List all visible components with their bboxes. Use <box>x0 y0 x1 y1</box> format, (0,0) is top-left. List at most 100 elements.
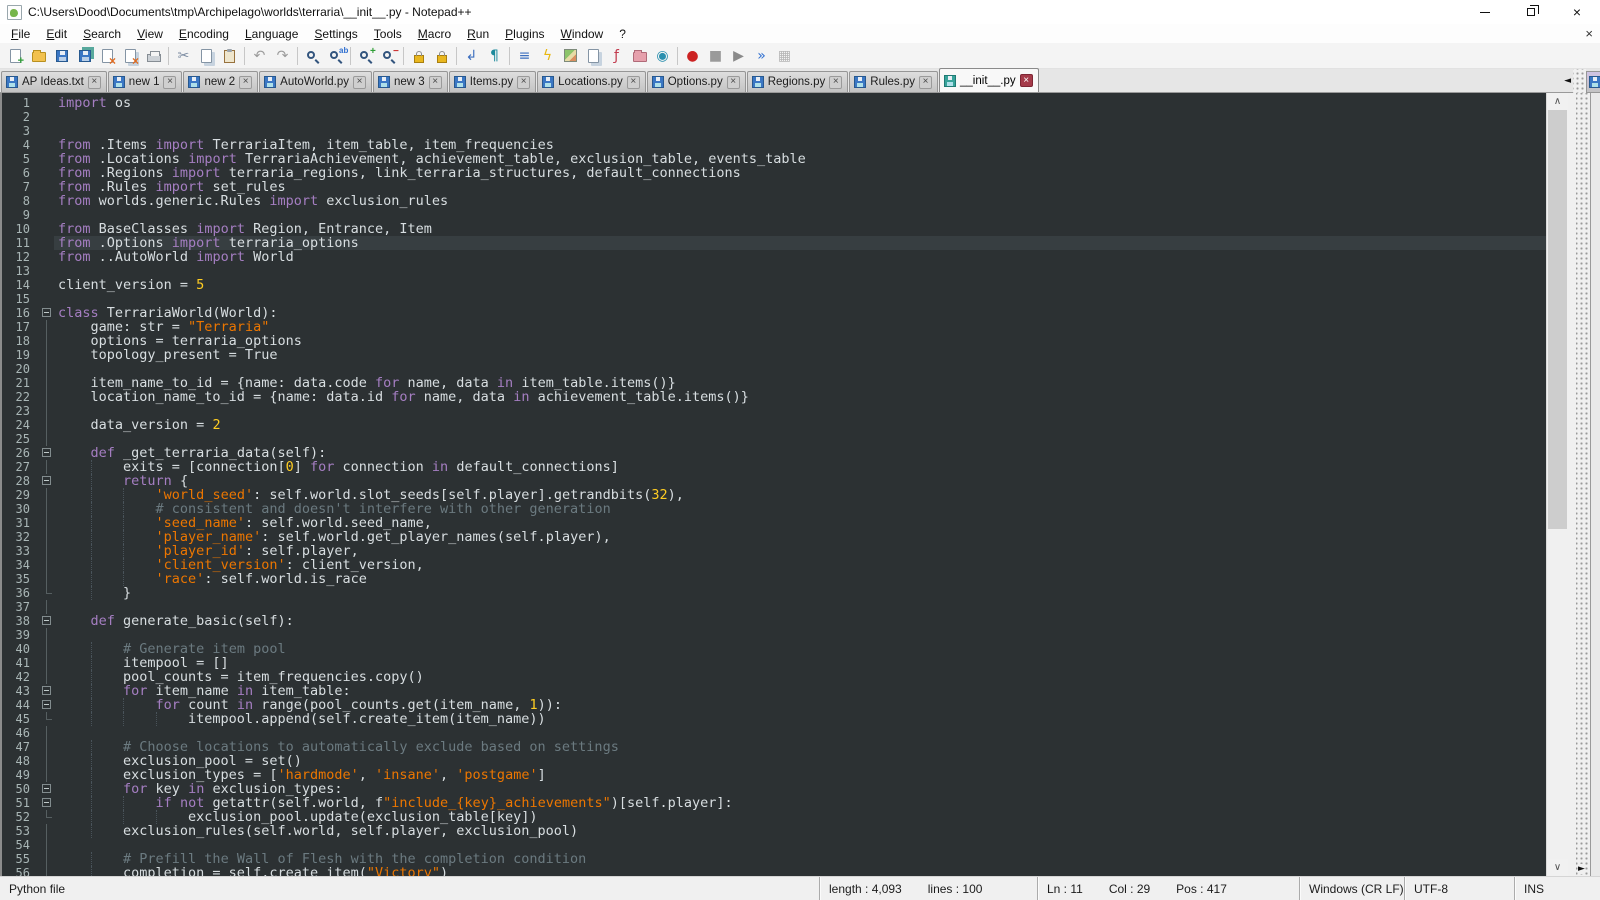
tab-close-icon[interactable]: × <box>429 76 442 89</box>
cut-icon[interactable]: ✂ <box>172 44 195 68</box>
code-line[interactable]: 15 <box>2 292 1546 306</box>
menu-item-view[interactable]: View <box>129 26 171 42</box>
vertical-scrollbar[interactable]: ∧ ∨ <box>1546 93 1568 876</box>
code-area[interactable]: 1import os234from .Items import Terraria… <box>0 93 1546 876</box>
code-line[interactable]: 21 item_name_to_id = {name: data.code fo… <box>2 376 1546 390</box>
code-line[interactable]: 27 exits = [connection[0] for connection… <box>2 460 1546 474</box>
menu-item-macro[interactable]: Macro <box>410 26 459 42</box>
code-line[interactable]: 48 exclusion_pool = set() <box>2 754 1546 768</box>
code-line[interactable]: 24 data_version = 2 <box>2 418 1546 432</box>
code-line[interactable]: 9 <box>2 208 1546 222</box>
code-line[interactable]: 17 game: str = "Terraria" <box>2 320 1546 334</box>
fold-collapse-icon[interactable] <box>38 782 54 796</box>
menu-item-run[interactable]: Run <box>459 26 497 42</box>
document-map-icon[interactable] <box>559 44 582 68</box>
code-line[interactable]: 36 } <box>2 586 1546 600</box>
close-document-icon[interactable]: × <box>1585 24 1593 43</box>
tab-close-icon[interactable]: × <box>829 76 842 89</box>
tab-new-1[interactable]: new 1× <box>108 71 183 92</box>
code-line[interactable]: 23 <box>2 404 1546 418</box>
macro-record-icon[interactable]: ● <box>681 44 704 68</box>
document-list-icon[interactable] <box>582 44 605 68</box>
code-line[interactable]: 53 exclusion_rules(self.world, self.play… <box>2 824 1546 838</box>
second-view-tab-fragment[interactable] <box>1586 71 1600 93</box>
code-line[interactable]: 5from .Locations import TerrariaAchievem… <box>2 152 1546 166</box>
menu-item-plugins[interactable]: Plugins <box>497 26 552 42</box>
fold-collapse-icon[interactable] <box>38 698 54 712</box>
code-line[interactable]: 30 # consistent and doesn't interfere wi… <box>2 502 1546 516</box>
redo-icon[interactable]: ↷ <box>271 44 294 68</box>
save-icon[interactable] <box>50 44 73 68</box>
code-line[interactable]: 3 <box>2 124 1546 138</box>
code-line[interactable]: 14client_version = 5 <box>2 278 1546 292</box>
menu-item-tools[interactable]: Tools <box>366 26 410 42</box>
code-line[interactable]: 51 if not getattr(self.world, f"include_… <box>2 796 1546 810</box>
menu-item-language[interactable]: Language <box>237 26 306 42</box>
code-line[interactable]: 12from ..AutoWorld import World <box>2 250 1546 264</box>
tab-items-py[interactable]: Items.py× <box>449 71 536 92</box>
menu-item-search[interactable]: Search <box>75 26 129 42</box>
tab-close-icon[interactable]: × <box>353 76 366 89</box>
menu-item-settings[interactable]: Settings <box>306 26 365 42</box>
code-line[interactable]: 46 <box>2 726 1546 740</box>
tab-locations-py[interactable]: Locations.py× <box>537 71 646 92</box>
tab-new-3[interactable]: new 3× <box>373 71 448 92</box>
tab-close-icon[interactable]: × <box>163 76 176 89</box>
paste-icon[interactable] <box>218 44 241 68</box>
tab-close-icon[interactable]: × <box>517 76 530 89</box>
code-line[interactable]: 1import os <box>2 96 1546 110</box>
macro-save-icon[interactable]: ▦ <box>773 44 796 68</box>
code-line[interactable]: 2 <box>2 110 1546 124</box>
tab-scroll-left-icon[interactable]: ◄ <box>1562 76 1573 86</box>
code-line[interactable]: 13 <box>2 264 1546 278</box>
code-line[interactable]: 38 def generate_basic(self): <box>2 614 1546 628</box>
open-file-icon[interactable] <box>27 44 50 68</box>
fold-collapse-icon[interactable] <box>38 796 54 810</box>
zoom-in-icon[interactable] <box>354 44 377 68</box>
code-line[interactable]: 41 itempool = [] <box>2 656 1546 670</box>
code-line[interactable]: 16class TerrariaWorld(World): <box>2 306 1546 320</box>
code-line[interactable]: 54 <box>2 838 1546 852</box>
code-line[interactable]: 19 topology_present = True <box>2 348 1546 362</box>
fold-collapse-icon[interactable] <box>38 474 54 488</box>
code-line[interactable]: 35 'race': self.world.is_race <box>2 572 1546 586</box>
copy-icon[interactable] <box>195 44 218 68</box>
tab-close-icon[interactable]: × <box>919 76 932 89</box>
code-line[interactable]: 31 'seed_name': self.world.seed_name, <box>2 516 1546 530</box>
menu-item-[interactable]: ? <box>611 26 634 42</box>
tab--init-py[interactable]: __init__.py× <box>939 68 1039 92</box>
sync-horizontal-scroll-icon[interactable] <box>430 44 453 68</box>
fold-collapse-icon[interactable] <box>38 446 54 460</box>
print-icon[interactable] <box>142 44 165 68</box>
tab-options-py[interactable]: Options.py× <box>647 71 746 92</box>
tab-regions-py[interactable]: Regions.py× <box>747 71 849 92</box>
code-line[interactable]: 26 def _get_terraria_data(self): <box>2 446 1546 460</box>
code-line[interactable]: 49 exclusion_types = ['hardmode', 'insan… <box>2 768 1546 782</box>
dock-splitter[interactable]: ► <box>1576 93 1590 876</box>
replace-icon[interactable] <box>324 44 347 68</box>
code-line[interactable]: 33 'player_id': self.player, <box>2 544 1546 558</box>
code-line[interactable]: 55 # Prefill the Wall of Flesh with the … <box>2 852 1546 866</box>
monitoring-icon[interactable]: ◉ <box>651 44 674 68</box>
menu-item-file[interactable]: File <box>3 26 38 42</box>
code-line[interactable]: 34 'client_version': client_version, <box>2 558 1546 572</box>
code-line[interactable]: 42 pool_counts = item_frequencies.copy() <box>2 670 1546 684</box>
minimize-button[interactable] <box>1462 0 1508 24</box>
restore-button[interactable] <box>1508 0 1554 24</box>
code-line[interactable]: 4from .Items import TerrariaItem, item_t… <box>2 138 1546 152</box>
sync-vertical-scroll-icon[interactable] <box>407 44 430 68</box>
code-line[interactable]: 39 <box>2 628 1546 642</box>
code-line[interactable]: 22 location_name_to_id = {name: data.id … <box>2 390 1546 404</box>
user-defined-dialog-icon[interactable]: ϟ <box>536 44 559 68</box>
macro-run-multiple-icon[interactable]: » <box>750 44 773 68</box>
tab-close-icon[interactable]: × <box>727 76 740 89</box>
code-line[interactable]: 29 'world_seed': self.world.slot_seeds[s… <box>2 488 1546 502</box>
scroll-down-icon[interactable]: ∨ <box>1547 859 1568 876</box>
tab-close-icon[interactable]: × <box>88 76 101 89</box>
code-line[interactable]: 47 # Choose locations to automatically e… <box>2 740 1546 754</box>
code-line[interactable]: 10from BaseClasses import Region, Entran… <box>2 222 1546 236</box>
code-line[interactable]: 37 <box>2 600 1546 614</box>
word-wrap-icon[interactable]: ↲ <box>460 44 483 68</box>
code-line[interactable]: 28 return { <box>2 474 1546 488</box>
menu-item-edit[interactable]: Edit <box>38 26 75 42</box>
